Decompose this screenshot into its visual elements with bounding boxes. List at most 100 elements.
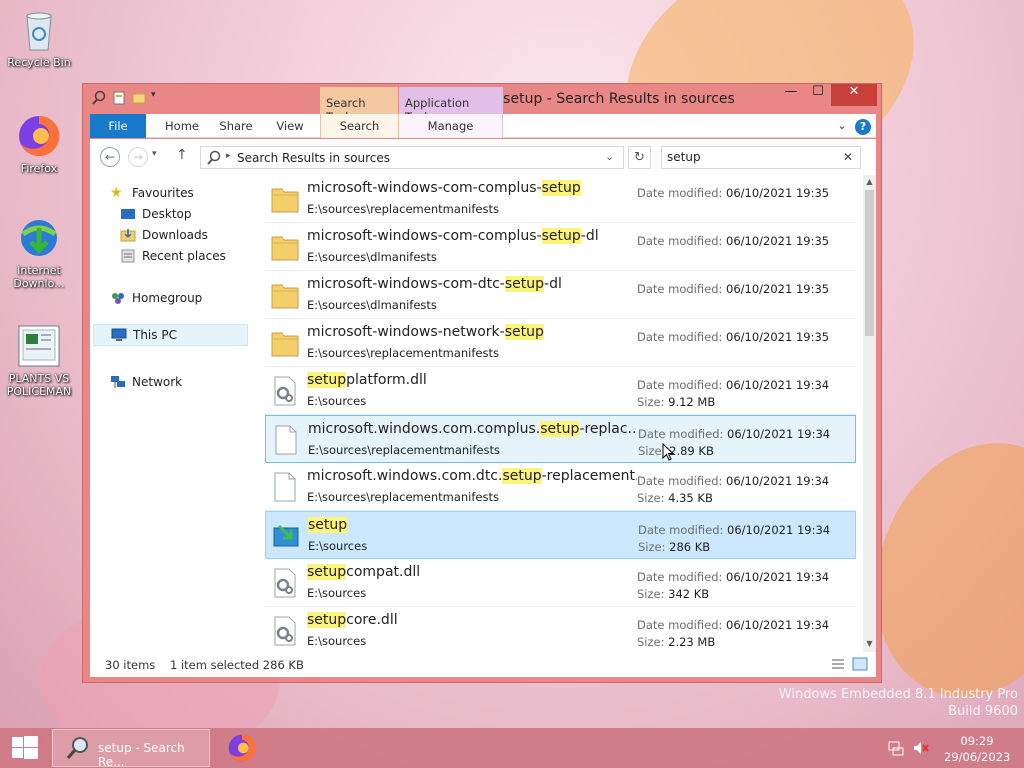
network-tray-icon[interactable]	[888, 740, 904, 759]
file-name: setup	[308, 517, 638, 533]
date-modified-value: 06/10/2021 19:35	[726, 330, 830, 344]
file-row[interactable]: microsoft-windows-com-complus-setup-dl E:…	[265, 223, 856, 271]
date-modified-value: 06/10/2021 19:34	[726, 474, 830, 488]
new-folder-icon[interactable]	[131, 90, 147, 106]
nav-homegroup[interactable]: Homegroup	[110, 288, 202, 308]
tab-manage[interactable]: Manage	[399, 114, 503, 138]
downloads-folder-icon	[120, 228, 136, 242]
chevron-down-icon: ⌄	[837, 119, 847, 132]
search-input[interactable]	[667, 150, 837, 164]
large-icons-view-icon[interactable]	[852, 657, 868, 674]
file-row[interactable]: microsoft-windows-com-dtc-setup-dl E:\sou…	[265, 271, 856, 319]
desktop-icon-internet-download-manager[interactable]: Internet Downlo...	[1, 214, 77, 290]
up-button[interactable]: ↑	[176, 147, 188, 163]
file-row[interactable]: microsoft-windows-network-setup E:\source…	[265, 319, 856, 367]
file-name-prefix: microsoft-windows-network-	[307, 324, 505, 340]
tab-share[interactable]: Share	[212, 114, 260, 138]
tab-file[interactable]: File	[90, 114, 146, 138]
date-modified-label: Date modified:	[637, 570, 727, 584]
date-modified-label: Date modified:	[637, 618, 727, 632]
search-match-highlight: setup	[541, 228, 581, 244]
game-icon	[15, 322, 63, 370]
nav-recent-places[interactable]: Recent places	[120, 246, 226, 266]
file-name-prefix: microsoft-windows-com-complus-	[307, 228, 542, 244]
file-name-prefix: microsoft-windows-com-complus-	[307, 180, 542, 196]
file-row[interactable]: setupcompat.dll E:\sources Date modified: …	[265, 559, 856, 607]
recent-locations-button[interactable]: ▾	[152, 149, 157, 159]
maximize-button[interactable]: ☐	[805, 84, 831, 106]
nav-network-label: Network	[132, 375, 183, 389]
vertical-scrollbar[interactable]: ▲ ▼	[863, 175, 876, 652]
size-label: Size:	[637, 587, 669, 601]
desktop-icon-recycle-bin[interactable]: Recycle Bin	[1, 6, 77, 69]
tab-home[interactable]: Home	[154, 114, 210, 138]
file-row[interactable]: setup E:\sources Date modified: 06/10/2021…	[265, 511, 856, 559]
file-metadata: Date modified: 06/10/2021 19:34 Size: 9.1…	[637, 377, 829, 411]
navigation-bar: ← → ▾ ↑ ▸ Search Results in sources ⌄ ↻ …	[90, 139, 876, 175]
scroll-down-icon[interactable]: ▼	[863, 639, 876, 648]
file-icon	[271, 424, 301, 456]
help-button[interactable]: ?	[854, 114, 872, 138]
date-modified-value: 06/10/2021 19:34	[726, 378, 830, 392]
expand-ribbon-button[interactable]: ⌄	[834, 114, 850, 138]
size-value: 342 KB	[668, 587, 710, 601]
selection-info: 1 item selected 286 KB	[170, 658, 304, 672]
customize-toolbar-icon[interactable]: ▾	[151, 90, 161, 106]
arrow-up-icon: ↑	[176, 147, 188, 163]
search-match-highlight: setup	[307, 564, 347, 580]
nav-this-pc[interactable]: This PC	[93, 324, 248, 346]
firefox-icon	[15, 112, 63, 160]
minimize-button[interactable]: —	[777, 84, 805, 106]
address-bar[interactable]: ▸ Search Results in sources ⌄	[200, 146, 624, 169]
setup-exe-icon	[271, 520, 301, 552]
file-name-suffix: -dl	[580, 228, 599, 244]
taskbar-firefox-button[interactable]	[226, 732, 258, 764]
tab-label-home: Home	[165, 119, 199, 133]
volume-muted-icon[interactable]	[912, 740, 930, 759]
file-row[interactable]: microsoft.windows.com.complus.setup-repl…	[265, 415, 856, 463]
file-metadata: Date modified: 06/10/2021 19:34 Size: 286…	[638, 522, 830, 556]
size-value: 4.35 KB	[668, 491, 713, 505]
file-row[interactable]: setupplatform.dll E:\sources Date modified…	[265, 367, 856, 415]
scrollbar-thumb[interactable]	[865, 190, 874, 336]
desktop-icon-plants-vs-policeman[interactable]: PLANTS VS POLICEMAN	[1, 322, 77, 398]
refresh-button[interactable]: ↻	[628, 146, 651, 169]
clock[interactable]: 09:29 29/06/2023	[944, 733, 1010, 765]
clock-date: 29/06/2023	[944, 750, 1011, 764]
desktop-icon-firefox[interactable]: Firefox	[1, 112, 77, 175]
file-metadata: Date modified: 06/10/2021 19:35	[637, 233, 829, 250]
nav-desktop[interactable]: Desktop	[120, 204, 192, 224]
search-match-highlight: setup	[308, 517, 348, 533]
file-row[interactable]: microsoft-windows-com-complus-setup E:\so…	[265, 175, 856, 223]
nav-desktop-label: Desktop	[142, 207, 192, 221]
size-label: Size:	[637, 491, 669, 505]
search-match-highlight: setup	[504, 324, 544, 340]
file-row[interactable]: setupcore.dll E:\sources Date modified: 06…	[265, 607, 856, 652]
properties-icon[interactable]	[111, 90, 127, 106]
clear-search-icon[interactable]: ✕	[843, 150, 853, 164]
nav-favourites[interactable]: ★ Favourites	[110, 183, 194, 203]
forward-button[interactable]: →	[128, 147, 148, 167]
recycle-bin-label: Recycle Bin	[7, 56, 71, 69]
details-view-icon[interactable]	[830, 657, 846, 674]
file-path: E:\sources\replacementmanifests	[307, 202, 499, 216]
file-row[interactable]: microsoft.windows.com.dtc.setup-replacem…	[265, 463, 856, 511]
tab-search[interactable]: Search	[320, 114, 399, 138]
date-modified-value: 06/10/2021 19:34	[726, 570, 830, 584]
windows-logo-icon	[12, 736, 38, 759]
scroll-up-icon[interactable]: ▲	[863, 177, 876, 186]
close-button[interactable]: ✕	[831, 84, 877, 106]
start-button[interactable]	[0, 728, 50, 768]
nav-downloads[interactable]: Downloads	[120, 225, 208, 245]
address-dropdown-icon[interactable]: ⌄	[605, 150, 614, 163]
nav-network[interactable]: Network	[110, 372, 182, 392]
size-value: 286 KB	[669, 540, 711, 554]
file-name: setupcore.dll	[307, 612, 637, 628]
window-title: setup - Search Results in sources	[503, 91, 735, 107]
tab-view[interactable]: View	[266, 114, 314, 138]
title-bar[interactable]: ▾ Search Tools Application Tools setup -…	[83, 84, 881, 124]
file-metadata: Date modified: 06/10/2021 19:34 Size: 4.3…	[637, 473, 829, 507]
taskbar-explorer-button[interactable]: setup - Search Re...	[52, 729, 210, 768]
back-button[interactable]: ←	[100, 147, 120, 167]
search-box[interactable]: ✕	[661, 146, 861, 169]
